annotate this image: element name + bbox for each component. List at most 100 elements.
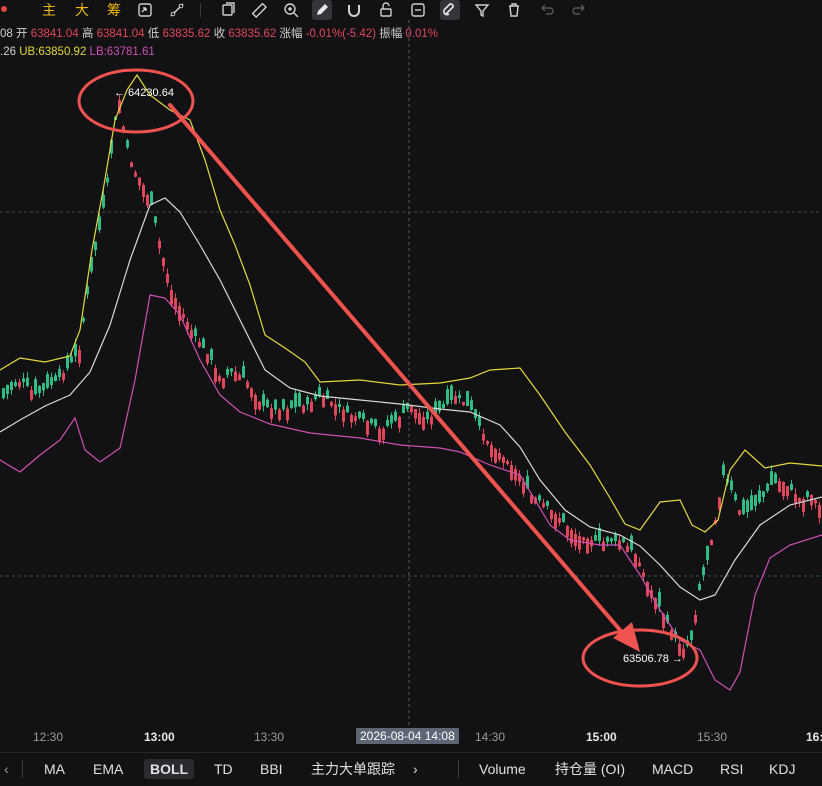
time-tick: 13:00	[144, 730, 175, 744]
candle-body	[230, 368, 233, 372]
candle-body	[10, 382, 13, 390]
candle-body	[250, 388, 253, 398]
candle-body	[406, 402, 409, 409]
boll-lower-band-line	[0, 294, 822, 691]
price-chart[interactable]: ← 64230.64 63506.78 →	[0, 0, 822, 785]
time-tick: 12:30	[33, 730, 64, 744]
candle-body	[30, 390, 33, 400]
refresh-icon[interactable]	[135, 0, 155, 20]
candle-body	[38, 386, 41, 393]
undo-icon[interactable]	[537, 0, 557, 20]
candle-body	[446, 389, 449, 404]
candle-body	[310, 401, 313, 413]
candle-body	[566, 526, 569, 537]
candle-body	[786, 486, 789, 497]
candle-body	[546, 501, 549, 506]
candle-body	[218, 376, 221, 382]
candle-body	[418, 413, 421, 425]
sub-indicator-volume[interactable]: Volume	[473, 759, 532, 779]
redo-icon[interactable]	[569, 0, 589, 20]
candle-body	[450, 385, 453, 400]
indicator-bbi[interactable]: BBI	[254, 759, 289, 779]
main-chart-button[interactable]: 主	[42, 1, 56, 19]
indicator-divider	[22, 760, 23, 778]
candle-body	[806, 491, 809, 497]
candle-body	[538, 495, 541, 501]
candle-body	[286, 408, 289, 421]
amplitude-label: 振幅	[379, 28, 403, 40]
filter-icon[interactable]	[472, 0, 492, 20]
drawing-toolbar: 主 大 筹	[0, 0, 822, 20]
candle-body	[318, 387, 321, 397]
candle-body	[270, 408, 273, 419]
candle-body	[374, 419, 377, 426]
big-order-button[interactable]: 大	[75, 1, 89, 19]
candle-body	[282, 399, 285, 410]
candle-body	[498, 453, 501, 460]
candle-body	[62, 373, 65, 380]
candle-body	[2, 388, 5, 398]
candle-body	[394, 411, 397, 421]
candle-body	[198, 342, 201, 347]
candle-body	[762, 491, 765, 497]
sub-indicator-open-interest[interactable]: 持仓量 (OI)	[549, 759, 631, 779]
boll-middle-band-line	[0, 197, 822, 601]
candle-body	[542, 503, 545, 508]
candle-body	[42, 383, 45, 391]
candle-body	[326, 390, 329, 399]
indicator-main-force-tracking[interactable]: 主力大单跟踪	[305, 759, 401, 779]
indicator-ema[interactable]: EMA	[87, 759, 129, 779]
boll-readout: .26 UB:63850.92 LB:63781.61	[0, 45, 155, 59]
candle-body	[738, 510, 741, 515]
indicator-ma[interactable]: MA	[38, 759, 71, 779]
zoom-icon[interactable]	[281, 0, 301, 20]
candle-body	[634, 554, 637, 568]
change-value: -0.01%(-5.42)	[305, 28, 377, 40]
candle-body	[750, 495, 753, 510]
more-indicators-chevron-icon[interactable]: ›	[407, 759, 424, 779]
candle-body	[370, 418, 373, 424]
sub-indicator-rsi[interactable]: RSI	[714, 759, 749, 779]
hide-icon[interactable]	[408, 0, 428, 20]
candle-body	[302, 405, 305, 413]
high-highlight-circle	[77, 68, 195, 134]
candle-body	[642, 572, 645, 577]
candle-body	[722, 464, 725, 475]
scroll-left-icon[interactable]: ‹	[0, 759, 15, 779]
trend-line-icon[interactable]	[167, 0, 187, 20]
candle-body	[158, 241, 161, 249]
indicator-boll[interactable]: BOLL	[144, 759, 195, 779]
candle-body	[234, 371, 237, 382]
indicator-td[interactable]: TD	[208, 759, 239, 779]
boll-lb-value: LB:63781.61	[89, 46, 155, 58]
candle-body	[150, 191, 153, 205]
low-value: 63835.62	[162, 28, 211, 40]
candle-body	[78, 350, 81, 364]
magnet-icon[interactable]	[344, 0, 364, 20]
lock-icon[interactable]	[376, 0, 396, 20]
magnet-active-icon[interactable]	[440, 0, 460, 20]
candle-body	[98, 216, 101, 230]
candle-body	[550, 510, 553, 520]
candle-body	[698, 583, 701, 590]
time-tick: 13:30	[254, 730, 285, 744]
candle-body	[814, 500, 817, 504]
candle-body	[658, 591, 661, 606]
chip-distribution-button[interactable]: 筹	[107, 1, 121, 19]
ruler-icon[interactable]	[249, 0, 269, 20]
candle-body	[578, 536, 581, 550]
time-tick: 14:30	[475, 730, 506, 744]
candle-body	[306, 397, 309, 405]
candle-body	[582, 537, 585, 541]
pencil-icon[interactable]	[312, 0, 332, 20]
candle-body	[298, 393, 301, 407]
candle-body	[350, 415, 353, 423]
delete-icon[interactable]	[504, 0, 524, 20]
candle-body	[126, 140, 129, 148]
sub-indicator-macd[interactable]: MACD	[646, 759, 699, 779]
candle-body	[602, 541, 605, 552]
candle-body	[746, 500, 749, 512]
copy-icon[interactable]	[218, 0, 238, 20]
sub-indicator-kdj[interactable]: KDJ	[763, 759, 801, 779]
candle-body	[338, 403, 341, 407]
